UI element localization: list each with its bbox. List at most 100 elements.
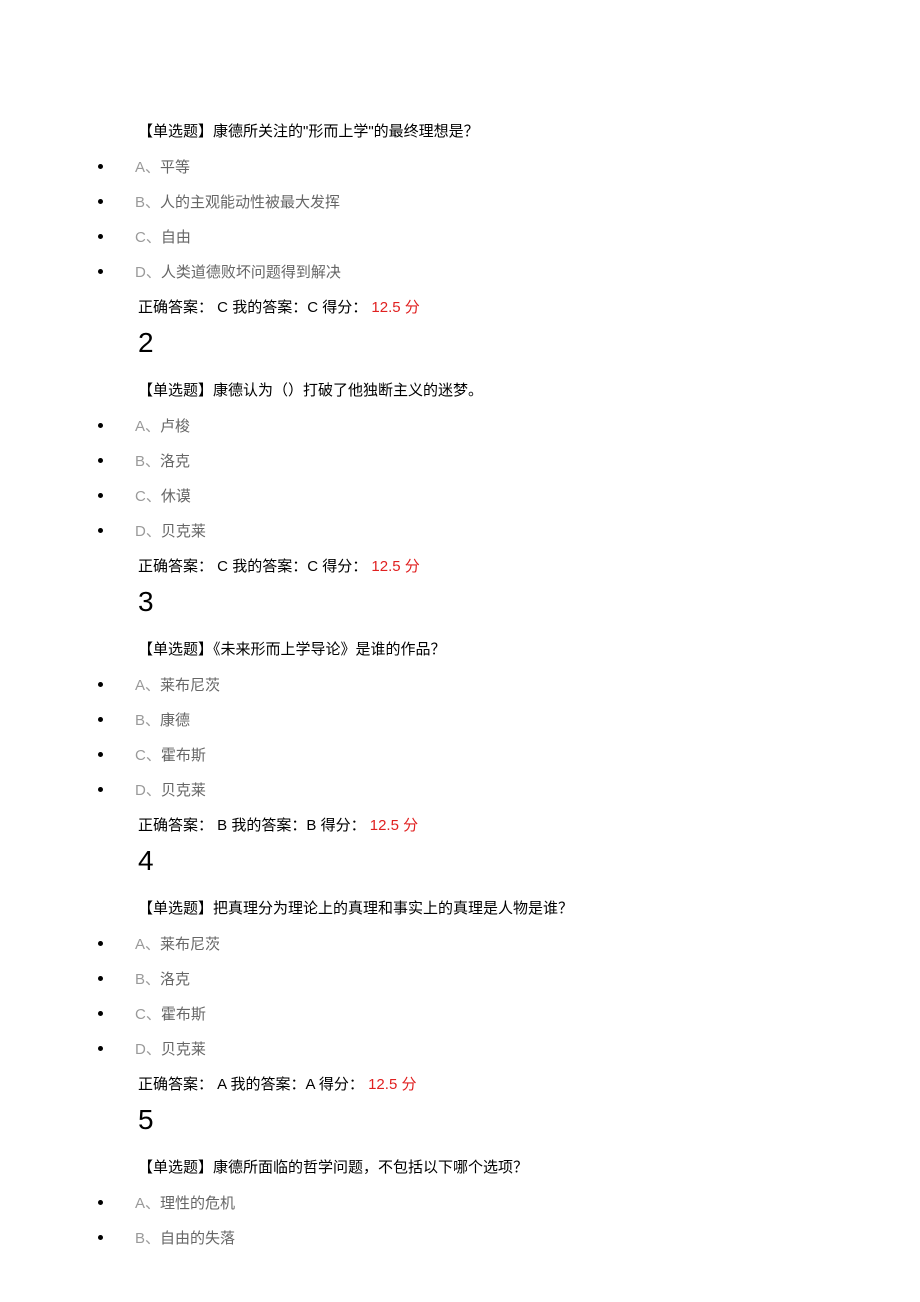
question-text: 【单选题】《未来形而上学导论》是谁的作品？ bbox=[138, 638, 830, 662]
question-type-label: 【单选题】 bbox=[138, 641, 213, 658]
option-letter: C、 bbox=[135, 1003, 161, 1024]
option-text: 贝克莱 bbox=[161, 520, 206, 541]
question-prompt: 把真理分为理论上的真理和事实上的真理是人物是谁？ bbox=[213, 900, 573, 917]
option-item: B、人的主观能动性被最大发挥 bbox=[90, 191, 830, 212]
option-text: 自由的失落 bbox=[160, 1227, 235, 1248]
option-text: 贝克莱 bbox=[161, 1038, 206, 1059]
option-letter: D、 bbox=[135, 520, 161, 541]
my-value: B bbox=[306, 817, 320, 834]
option-letter: D、 bbox=[135, 1038, 161, 1059]
answer-line: 正确答案： B 我的答案：B 得分： 12.5 分 bbox=[138, 814, 830, 835]
option-item: A、理性的危机 bbox=[90, 1192, 830, 1213]
score-value: 12.5 bbox=[366, 817, 404, 834]
score-value: 12.5 bbox=[367, 299, 405, 316]
option-letter: B、 bbox=[135, 450, 160, 471]
question-prompt: 康德所面临的哲学问题，不包括以下哪个选项？ bbox=[213, 1159, 528, 1176]
option-letter: C、 bbox=[135, 485, 161, 506]
option-letter: A、 bbox=[135, 1192, 160, 1213]
question-text: 【单选题】康德所关注的"形而上学"的最终理想是？ bbox=[138, 120, 830, 144]
option-item: D、贝克莱 bbox=[90, 520, 830, 541]
correct-label: 正确答案： bbox=[138, 299, 213, 316]
option-letter: B、 bbox=[135, 191, 160, 212]
options-list: A、莱布尼茨 B、康德 C、霍布斯 D、贝克莱 bbox=[90, 674, 830, 800]
my-value: C bbox=[307, 558, 322, 575]
bullet-icon bbox=[98, 976, 103, 981]
question-prompt: 《未来形而上学导论》是谁的作品？ bbox=[213, 641, 446, 658]
option-item: B、洛克 bbox=[90, 968, 830, 989]
option-text: 卢梭 bbox=[160, 415, 190, 436]
option-item: B、洛克 bbox=[90, 450, 830, 471]
correct-label: 正确答案： bbox=[138, 558, 213, 575]
score-label: 得分： bbox=[322, 558, 367, 575]
bullet-icon bbox=[98, 941, 103, 946]
bullet-icon bbox=[98, 164, 103, 169]
question-prompt: 康德所关注的"形而上学"的最终理想是？ bbox=[213, 123, 479, 140]
option-letter: A、 bbox=[135, 415, 160, 436]
score-label: 得分： bbox=[321, 817, 366, 834]
bullet-icon bbox=[98, 787, 103, 792]
option-item: A、莱布尼茨 bbox=[90, 674, 830, 695]
option-letter: C、 bbox=[135, 226, 161, 247]
correct-label: 正确答案： bbox=[138, 1076, 213, 1093]
bullet-icon bbox=[98, 528, 103, 533]
option-item: C、霍布斯 bbox=[90, 744, 830, 765]
score-unit: 分 bbox=[403, 817, 418, 834]
bullet-icon bbox=[98, 458, 103, 463]
bullet-icon bbox=[98, 1046, 103, 1051]
question-type-label: 【单选题】 bbox=[138, 123, 213, 140]
option-item: A、卢梭 bbox=[90, 415, 830, 436]
option-letter: D、 bbox=[135, 261, 161, 282]
my-label: 我的答案： bbox=[232, 558, 307, 575]
option-text: 洛克 bbox=[160, 450, 190, 471]
question-number: 3 bbox=[138, 586, 830, 618]
option-letter: A、 bbox=[135, 933, 160, 954]
score-label: 得分： bbox=[322, 299, 367, 316]
bullet-icon bbox=[98, 1011, 103, 1016]
quiz-document: 【单选题】康德所关注的"形而上学"的最终理想是？A、平等B、人的主观能动性被最大… bbox=[90, 120, 830, 1248]
option-text: 莱布尼茨 bbox=[160, 674, 220, 695]
score-unit: 分 bbox=[401, 1076, 416, 1093]
option-item: C、休谟 bbox=[90, 485, 830, 506]
option-letter: B、 bbox=[135, 709, 160, 730]
option-item: D、贝克莱 bbox=[90, 1038, 830, 1059]
bullet-icon bbox=[98, 423, 103, 428]
answer-line: 正确答案： C 我的答案：C 得分： 12.5 分 bbox=[138, 555, 830, 576]
option-text: 平等 bbox=[160, 156, 190, 177]
option-item: B、自由的失落 bbox=[90, 1227, 830, 1248]
option-item: D、人类道德败坏问题得到解决 bbox=[90, 261, 830, 282]
my-label: 我的答案： bbox=[231, 817, 306, 834]
bullet-icon bbox=[98, 493, 103, 498]
question-type-label: 【单选题】 bbox=[138, 382, 213, 399]
option-item: B、康德 bbox=[90, 709, 830, 730]
bullet-icon bbox=[98, 682, 103, 687]
bullet-icon bbox=[98, 234, 103, 239]
options-list: A、莱布尼茨B、洛克C、霍布斯D、贝克莱 bbox=[90, 933, 830, 1059]
bullet-icon bbox=[98, 1200, 103, 1205]
bullet-icon bbox=[98, 1235, 103, 1240]
answer-line: 正确答案： C 我的答案：C 得分： 12.5 分 bbox=[138, 296, 830, 317]
my-label: 我的答案： bbox=[232, 299, 307, 316]
my-label: 我的答案： bbox=[231, 1076, 306, 1093]
correct-value: C bbox=[213, 558, 232, 575]
option-letter: A、 bbox=[135, 156, 160, 177]
correct-value: C bbox=[213, 299, 232, 316]
bullet-icon bbox=[98, 269, 103, 274]
option-text: 洛克 bbox=[160, 968, 190, 989]
score-unit: 分 bbox=[405, 299, 420, 316]
option-text: 霍布斯 bbox=[161, 744, 206, 765]
score-label: 得分： bbox=[319, 1076, 364, 1093]
options-list: A、理性的危机 B、自由的失落 bbox=[90, 1192, 830, 1248]
option-text: 休谟 bbox=[161, 485, 191, 506]
option-text: 霍布斯 bbox=[161, 1003, 206, 1024]
option-text: 康德 bbox=[160, 709, 190, 730]
answer-line: 正确答案： A 我的答案：A 得分： 12.5 分 bbox=[138, 1073, 830, 1094]
options-list: A、卢梭B、洛克C、休谟D、贝克莱 bbox=[90, 415, 830, 541]
question-number: 5 bbox=[138, 1104, 830, 1136]
my-value: A bbox=[306, 1076, 319, 1093]
my-value: C bbox=[307, 299, 322, 316]
question-type-label: 【单选题】 bbox=[138, 900, 213, 917]
options-list: A、平等B、人的主观能动性被最大发挥C、自由D、人类道德败坏问题得到解决 bbox=[90, 156, 830, 282]
option-item: D、贝克莱 bbox=[90, 779, 830, 800]
option-letter: B、 bbox=[135, 968, 160, 989]
bullet-icon bbox=[98, 199, 103, 204]
